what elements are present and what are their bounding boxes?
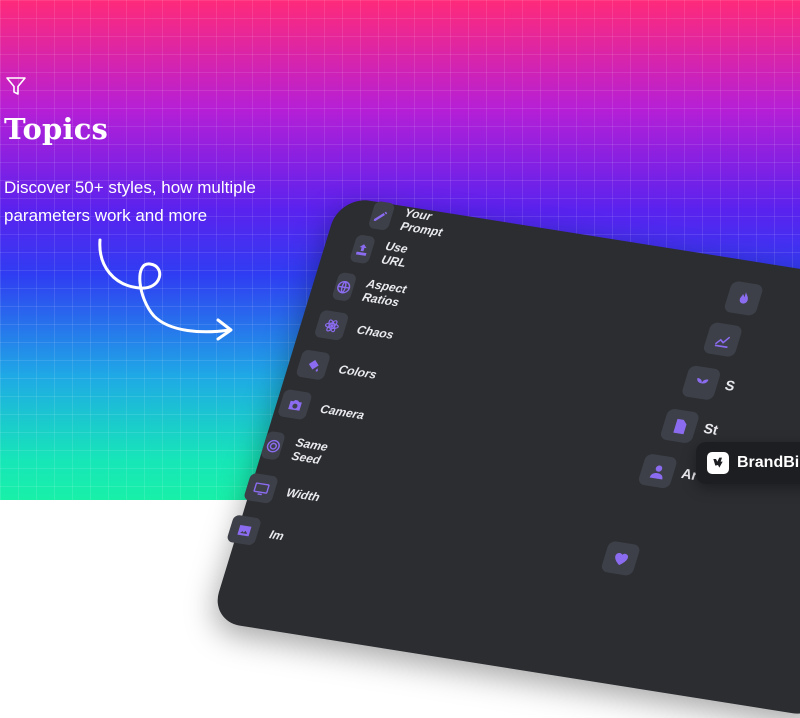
right-item-label: S — [723, 376, 738, 394]
edit-icon — [367, 200, 396, 231]
atom-icon — [313, 309, 350, 341]
list-item-label: Im — [267, 527, 286, 544]
right-item-label: St — [701, 420, 721, 438]
upload-icon — [349, 234, 376, 265]
globe-icon — [331, 271, 357, 302]
brand-name: BrandBir — [737, 454, 800, 471]
sprout-icon[interactable] — [680, 364, 722, 401]
list-item-label: Width — [284, 485, 322, 505]
person-icon[interactable] — [637, 453, 679, 490]
list-item-label: Aspect Ratios — [360, 276, 409, 310]
list-item-label: Same Seed — [289, 435, 330, 467]
filter-icon — [6, 77, 26, 95]
heart-icon[interactable] — [600, 540, 642, 577]
image-icon — [226, 514, 263, 546]
curly-arrow-icon — [98, 238, 233, 341]
list-item-aspect-ratios[interactable]: Aspect Ratios — [331, 271, 419, 312]
list-item-label: Chaos — [355, 322, 396, 342]
list-item-same-seed[interactable]: Same Seed — [259, 430, 340, 470]
page-title: Topics — [4, 112, 109, 146]
chart-icon[interactable] — [702, 321, 744, 358]
page-subtitle: Discover 50+ styles, how multiple parame… — [4, 178, 256, 225]
list-item-label: Use URL — [379, 239, 410, 270]
flame-icon[interactable] — [723, 280, 765, 317]
list-item-colors[interactable]: Colors — [295, 348, 381, 389]
list-item-camera[interactable]: Camera — [276, 388, 369, 430]
list-item-width[interactable]: Width — [243, 472, 324, 512]
brand-logo-icon — [707, 452, 729, 474]
list-item-label: Camera — [318, 401, 367, 423]
paint-bucket-icon — [295, 349, 332, 381]
document-icon[interactable] — [659, 408, 701, 444]
list-item-image[interactable]: Im — [226, 513, 288, 550]
list-item-label: Colors — [336, 362, 379, 382]
list-item-label: Your Prompt — [398, 205, 445, 240]
camera-icon — [276, 388, 313, 421]
list-item-chaos[interactable]: Chaos — [313, 309, 398, 350]
list-item-use-url[interactable]: Use URL — [349, 233, 422, 272]
brand-badge[interactable]: BrandBir — [696, 442, 800, 484]
